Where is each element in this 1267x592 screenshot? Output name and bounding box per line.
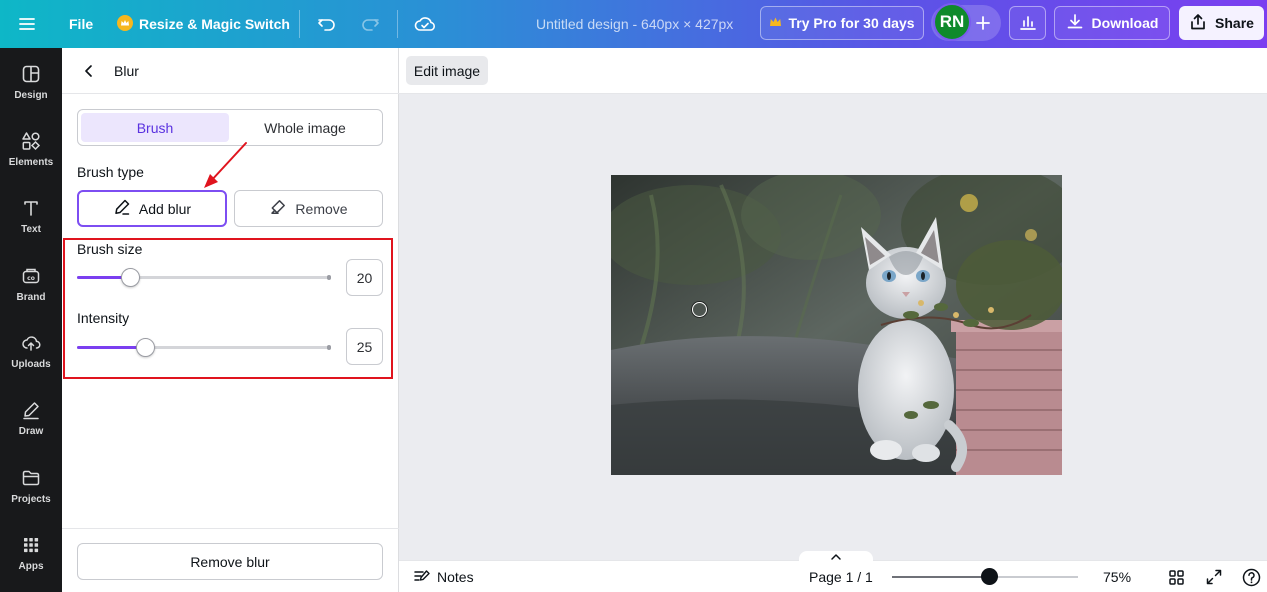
left-rail: Design Elements Text co Brand Uploads Dr… [0,48,62,592]
insights-button[interactable] [1009,6,1046,40]
annotation-arrow [204,142,247,188]
rail-item-text[interactable]: Text [0,186,62,246]
intensity-slider[interactable] [77,338,331,357]
shapes-icon [21,131,41,157]
panel-header: Blur [62,48,399,94]
page-indicator[interactable]: Page 1 / 1 [809,561,873,592]
zoom-level[interactable]: 75% [1103,561,1131,592]
rail-label: Draw [18,425,44,437]
rail-item-brand[interactable]: co Brand [0,254,62,314]
svg-text:co: co [27,275,35,282]
folder-icon [21,468,41,494]
file-menu[interactable]: File [69,0,93,48]
divider [397,10,398,38]
resize-magic-switch-label: Resize & Magic Switch [139,16,290,32]
download-label: Download [1091,15,1159,31]
cloud-upload-icon [21,333,41,359]
rail-label: Projects [11,493,51,505]
brush-size-slider[interactable] [77,268,331,287]
rail-item-projects[interactable]: Projects [0,456,62,516]
brand-icon: co [21,266,41,292]
brush-size-label: Brush size [77,241,143,257]
intensity-label: Intensity [77,310,130,326]
rail-item-uploads[interactable]: Uploads [0,321,62,381]
download-button[interactable]: Download [1054,6,1170,40]
crown-icon [769,15,782,31]
brush-size-slider-thumb[interactable] [121,268,141,287]
rail-item-apps[interactable]: Apps [0,523,62,583]
resize-magic-switch-button[interactable]: Resize & Magic Switch [117,0,290,48]
intensity-slider-fill [77,346,146,349]
rail-label: Brand [16,291,46,303]
rail-label: Design [14,89,48,101]
share-button[interactable]: Share [1179,6,1264,40]
rail-label: Apps [18,560,44,572]
cloud-saved-icon[interactable] [413,0,437,48]
tab-whole-image[interactable]: Whole image [231,113,379,142]
add-collaborator-icon[interactable] [970,10,996,36]
brush-size-input[interactable]: 20 [346,259,383,296]
share-label: Share [1215,15,1254,31]
design-title[interactable]: Untitled design - 640px × 427px [536,0,733,48]
edit-image-button[interactable]: Edit image [406,56,488,85]
divider [299,10,300,38]
layout-icon [21,64,41,90]
grid-view-icon[interactable] [1168,561,1185,592]
avatar[interactable]: RN [933,3,971,41]
cat-photo[interactable] [611,175,1062,475]
tab-brush[interactable]: Brush [81,113,229,142]
rail-item-design[interactable]: Design [0,52,62,112]
rail-label: Text [21,223,41,235]
zoom-slider-fill [892,576,989,578]
remove-blur-button[interactable]: Remove blur [77,543,383,580]
pen-icon [21,400,41,426]
undo-icon[interactable] [316,0,338,48]
eraser-icon [269,198,287,219]
remove-label: Remove [295,200,348,217]
annotation-highlight-box [63,238,393,379]
redo-icon[interactable] [359,0,381,48]
notes-label: Notes [437,569,474,585]
back-chevron-icon[interactable] [80,62,98,85]
add-blur-label: Add blur [138,200,192,217]
divider [62,528,399,529]
panel-title: Blur [114,63,139,79]
remove-brush-button[interactable]: Remove [234,190,383,227]
zoom-slider[interactable] [892,568,1078,585]
canvas-toolbar: Edit image [399,48,1267,94]
bottom-bar: Notes Page 1 / 1 75% [399,551,1267,592]
try-pro-button[interactable]: Try Pro for 30 days [760,6,924,40]
download-icon [1066,13,1084,34]
slider-end-tick [327,345,331,350]
rail-label: Uploads [11,358,51,370]
pen-icon [113,198,131,219]
brush-cursor [692,302,707,317]
grid-icon [21,535,41,561]
try-pro-label: Try Pro for 30 days [788,15,915,31]
fullscreen-icon[interactable] [1205,561,1223,592]
rail-item-elements[interactable]: Elements [0,119,62,179]
menu-icon[interactable] [17,0,37,48]
zoom-slider-thumb[interactable] [980,568,998,585]
intensity-input[interactable]: 25 [346,328,383,365]
top-bar: File Resize & Magic Switch Untitled desi… [0,0,1267,48]
notes-icon [413,568,431,587]
canvas-area [399,94,1267,556]
bar-chart-icon [1019,13,1037,34]
add-blur-button[interactable]: Add blur [77,190,227,227]
notes-button[interactable]: Notes [413,561,474,592]
share-upload-icon [1189,13,1207,34]
blur-panel: Blur Brush Whole image Brush type Add bl… [62,48,399,592]
brush-type-label: Brush type [77,164,144,180]
text-icon [21,198,41,224]
cat-photo-illustration [611,175,1062,475]
crown-icon [117,14,133,34]
rail-item-draw[interactable]: Draw [0,388,62,448]
slider-end-tick [327,275,331,280]
help-icon[interactable] [1242,561,1261,592]
rail-label: Elements [8,156,54,168]
